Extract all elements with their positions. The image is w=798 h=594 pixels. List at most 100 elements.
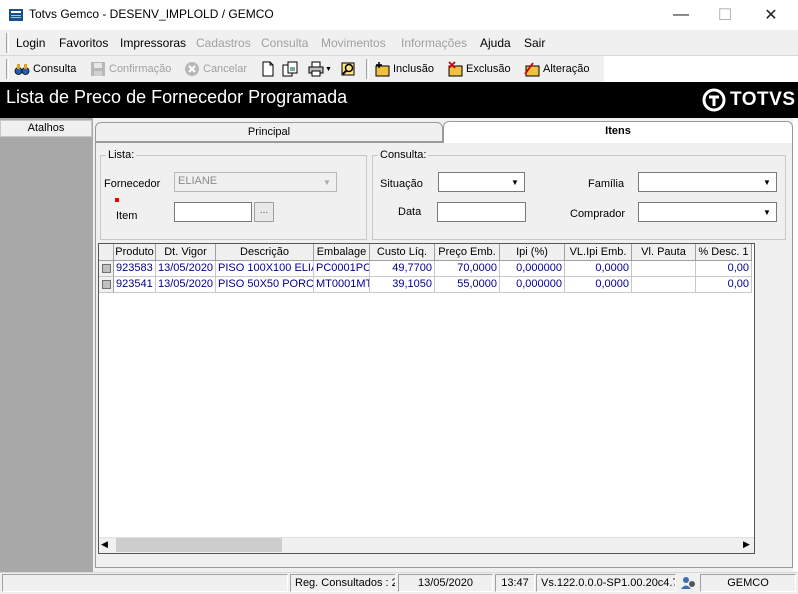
table-cell[interactable]: 39,1050 (370, 277, 435, 293)
shortcuts-pane (0, 118, 93, 572)
status-environment: GEMCO (700, 574, 796, 592)
alteracao-label: Alteração (543, 63, 590, 75)
col-header-ipi[interactable]: Ipi (%) (500, 244, 565, 261)
col-header-vl-pauta[interactable]: Vl. Pauta (632, 244, 696, 261)
menu-favoritos[interactable]: Favoritos (59, 36, 108, 50)
table-cell[interactable]: 70,0000 (435, 261, 500, 277)
printer-icon (308, 61, 324, 77)
inclusao-button[interactable]: Inclusão (374, 60, 434, 78)
new-document-button[interactable] (260, 60, 279, 78)
scrollbar-thumb[interactable] (116, 538, 282, 552)
consulta-button[interactable]: Consulta (14, 60, 76, 78)
minimize-button[interactable]: — (658, 0, 704, 30)
print-button[interactable]: ▼ (308, 60, 332, 78)
situacao-select[interactable]: ▼ (438, 172, 525, 192)
comprador-select[interactable]: ▼ (638, 202, 777, 222)
user-icon (681, 577, 695, 589)
col-header-embalagem[interactable]: Embalage (314, 244, 370, 261)
row-selector[interactable] (99, 277, 114, 293)
item-browse-button[interactable]: ... (254, 202, 274, 222)
table-cell[interactable]: 0,00 (696, 277, 752, 293)
inclusao-label: Inclusão (393, 63, 434, 75)
col-header-descricao[interactable]: Descrição (216, 244, 314, 261)
toolbar-grip-2[interactable] (366, 59, 369, 79)
table-cell[interactable]: 13/05/2020 (156, 261, 216, 277)
toolbar-grip[interactable] (6, 59, 9, 79)
items-grid[interactable]: Produto Dt. Vigor Descrição Embalage Cus… (98, 243, 755, 554)
tab-principal[interactable]: Principal (95, 122, 443, 142)
fornecedor-select[interactable]: ELIANE ▼ (174, 172, 337, 192)
familia-select[interactable]: ▼ (638, 172, 777, 192)
status-date: 13/05/2020 (398, 574, 493, 592)
table-cell[interactable] (632, 277, 696, 293)
close-button[interactable]: ✕ (748, 0, 794, 30)
fornecedor-label: Fornecedor (104, 178, 161, 190)
table-cell[interactable]: 55,0000 (435, 277, 500, 293)
table-cell[interactable]: 0,0000 (565, 277, 632, 293)
menu-ajuda[interactable]: Ajuda (480, 36, 511, 50)
totvs-logo-text: TOTVS (730, 89, 796, 110)
maximize-button[interactable]: ☐ (702, 0, 748, 30)
status-reg-count: Reg. Consultados : 2 (290, 574, 396, 592)
table-cell[interactable]: 0,000000 (500, 277, 565, 293)
tab-itens[interactable]: Itens (443, 121, 793, 143)
col-header-custo-liq[interactable]: Custo Líq. (370, 244, 435, 261)
col-header-preco-emb[interactable]: Preço Emb. (435, 244, 500, 261)
lista-groupbox (100, 155, 367, 240)
menu-movimentos[interactable]: Movimentos (321, 36, 386, 50)
row-selector[interactable] (99, 261, 114, 277)
menu-impressoras[interactable]: Impressoras (120, 36, 186, 50)
chevron-down-icon: ▼ (323, 177, 331, 187)
col-header-dt-vigor[interactable]: Dt. Vigor (156, 244, 216, 261)
status-time: 13:47 (495, 574, 535, 592)
confirmacao-button[interactable]: Confirmação (90, 60, 171, 78)
table-cell[interactable] (632, 261, 696, 277)
table-cell[interactable]: 13/05/2020 (156, 277, 216, 293)
menu-consulta[interactable]: Consulta (261, 36, 308, 50)
copy-button[interactable] (282, 60, 301, 78)
col-header-desc-1[interactable]: % Desc. 1 (696, 244, 752, 261)
table-cell[interactable]: PISO 50X50 PORC (216, 277, 314, 293)
chevron-down-icon: ▼ (325, 65, 332, 73)
table-cell[interactable]: PISO 100X100 ELIANE (216, 261, 314, 277)
save-icon (91, 62, 105, 76)
consulta-label: Consulta (33, 63, 77, 75)
status-version: Vs.122.0.0.0-SP1.00.20c4.7 (536, 574, 676, 592)
cancelar-button[interactable]: Cancelar (184, 60, 247, 78)
scroll-left-icon[interactable]: ◀ (101, 539, 108, 550)
alteracao-button[interactable]: Alteração (524, 60, 589, 78)
exclusao-button[interactable]: Exclusão (447, 60, 511, 78)
scroll-right-icon[interactable]: ▶ (743, 539, 750, 550)
chevron-down-icon: ▼ (763, 207, 771, 217)
menu-grip[interactable] (6, 33, 9, 53)
table-cell[interactable]: 49,7700 (370, 261, 435, 277)
col-header-vl-ipi-emb[interactable]: VL.Ipi Emb. (565, 244, 632, 261)
menu-bar: Login Favoritos Impressoras Cadastros Co… (0, 30, 798, 56)
table-cell[interactable]: 923541 (114, 277, 156, 293)
col-header-produto[interactable]: Produto (114, 244, 156, 261)
consulta-legend: Consulta: (378, 149, 429, 161)
menu-cadastros[interactable]: Cadastros (196, 36, 251, 50)
required-marker (115, 198, 119, 202)
atalhos-header[interactable]: Atalhos (0, 120, 92, 137)
window-title: Totvs Gemco - DESENV_IMPLOLD / GEMCO (29, 7, 274, 21)
table-cell[interactable]: PC0001PC (314, 261, 370, 277)
item-input[interactable] (174, 202, 252, 222)
data-input[interactable] (437, 202, 526, 222)
preview-button[interactable] (340, 60, 359, 78)
menu-sair[interactable]: Sair (524, 36, 545, 50)
table-cell[interactable]: MT0001MT (314, 277, 370, 293)
comprador-label: Comprador (570, 208, 626, 220)
menu-login[interactable]: Login (16, 36, 45, 50)
menu-informacoes[interactable]: Informações (401, 36, 467, 50)
minimize-icon: — (673, 6, 689, 23)
table-cell[interactable]: 923583 (114, 261, 156, 277)
table-cell[interactable]: 0,00 (696, 261, 752, 277)
exclusao-label: Exclusão (466, 63, 511, 75)
chevron-down-icon: ▼ (511, 177, 519, 187)
table-cell[interactable]: 0,000000 (500, 261, 565, 277)
status-message (2, 574, 288, 592)
grid-corner (99, 244, 114, 261)
table-cell[interactable]: 0,0000 (565, 261, 632, 277)
window-edge (793, 118, 798, 572)
